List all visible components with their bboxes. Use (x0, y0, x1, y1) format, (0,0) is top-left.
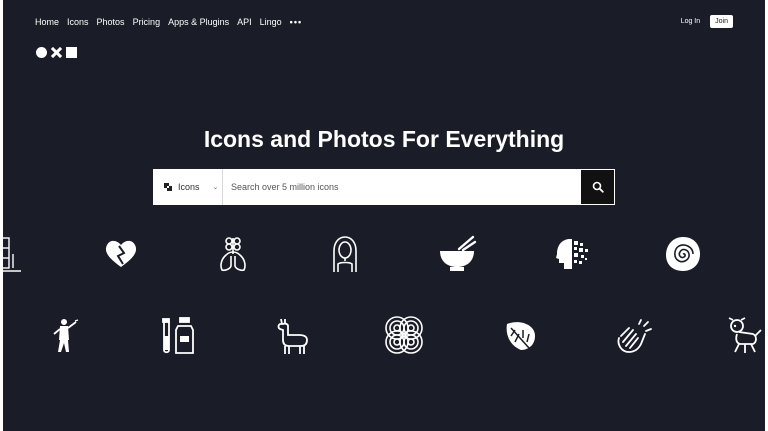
join-button[interactable]: Join (710, 15, 733, 28)
bowl-icon[interactable] (437, 234, 477, 274)
ninja-icon[interactable] (48, 316, 88, 356)
dog-icon[interactable] (723, 316, 763, 356)
logo-x-icon (51, 47, 62, 58)
logo[interactable] (36, 47, 77, 58)
nav-pricing[interactable]: Pricing (133, 17, 161, 27)
search-bar: Icons ⌄ (153, 169, 615, 205)
building-icon[interactable] (3, 234, 21, 274)
more-menu-icon[interactable]: ••• (290, 17, 302, 27)
search-input[interactable] (223, 169, 581, 205)
clapping-icon[interactable] (613, 316, 653, 356)
lungs-icon[interactable] (213, 234, 253, 274)
lab-bottles-icon[interactable] (159, 316, 199, 356)
knot-icon[interactable] (383, 314, 425, 356)
nav-home[interactable]: Home (35, 17, 59, 27)
nav-lingo[interactable]: Lingo (260, 17, 282, 27)
hero-title: Icons and Photos For Everything (203, 126, 565, 152)
llama-icon[interactable] (273, 316, 313, 356)
icons-type-icon (164, 183, 172, 191)
woman-icon[interactable] (325, 234, 365, 274)
nav-api[interactable]: API (237, 17, 252, 27)
account-nav: Log In Join (681, 15, 733, 28)
login-link[interactable]: Log In (681, 18, 700, 25)
leaf-icon[interactable] (501, 316, 541, 356)
nav-icons[interactable]: Icons (67, 17, 89, 27)
search-button[interactable] (581, 170, 614, 204)
logo-circle-icon (36, 47, 47, 58)
nautilus-icon[interactable] (663, 234, 703, 274)
search-type-dropdown[interactable]: Icons ⌄ (153, 169, 223, 205)
nav-photos[interactable]: Photos (97, 17, 125, 27)
search-icon (592, 181, 604, 193)
digital-head-icon[interactable] (551, 234, 591, 274)
top-nav: Home Icons Photos Pricing Apps & Plugins… (35, 17, 302, 27)
chevron-down-icon: ⌄ (212, 184, 219, 191)
page-frame: Home Icons Photos Pricing Apps & Plugins… (3, 0, 765, 431)
search-type-label: Icons (178, 182, 200, 192)
nav-apps-plugins[interactable]: Apps & Plugins (168, 17, 229, 27)
logo-square-icon (66, 47, 77, 58)
heart-icon[interactable] (101, 234, 141, 274)
